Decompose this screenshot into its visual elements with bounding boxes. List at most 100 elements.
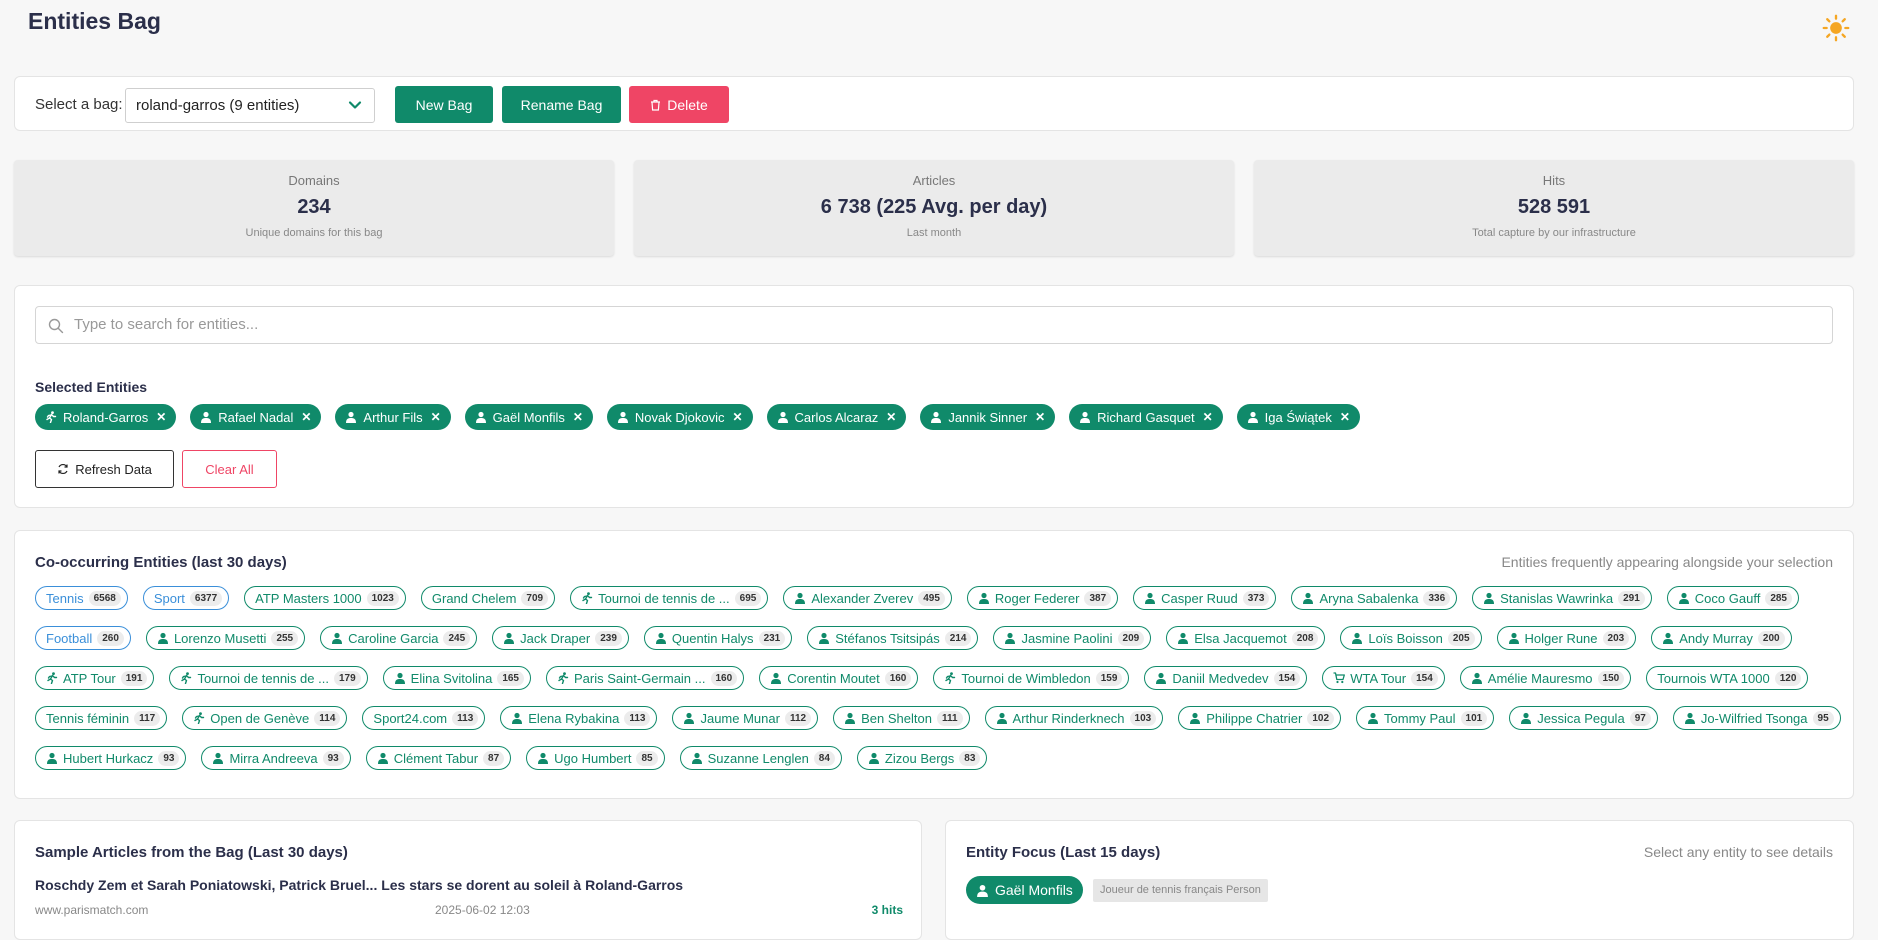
runner-icon <box>46 411 57 423</box>
cooccurring-entity-chip[interactable]: Tennis 6568 <box>35 586 128 610</box>
selected-entity-chip[interactable]: Novak Djokovic ✕ <box>606 404 753 430</box>
cooccurring-entity-chip[interactable]: Elina Svitolina 165 <box>382 666 531 690</box>
remove-entity-icon[interactable]: ✕ <box>571 410 585 424</box>
cooccurring-entity-chip[interactable]: Tournois WTA 1000 120 <box>1646 666 1809 690</box>
cooccurring-entity-chip[interactable]: Tournoi de tennis de ... 179 <box>169 666 368 690</box>
person-icon <box>1684 712 1695 724</box>
entity-search-input[interactable]: Type to search for entities... <box>35 306 1833 344</box>
remove-entity-icon[interactable]: ✕ <box>1201 410 1215 424</box>
cooccurring-entity-chip[interactable]: Holger Rune 203 <box>1496 626 1637 650</box>
selected-entity-chip[interactable]: Gaël Monfils ✕ <box>464 404 593 430</box>
cooccurring-entity-chip[interactable]: Lorenzo Musetti 255 <box>145 626 306 650</box>
person-icon <box>996 712 1007 724</box>
cooccurring-entity-chip[interactable]: Stéfanos Tsitsipás 214 <box>807 626 979 650</box>
cooccurring-entity-chip[interactable]: Jack Draper 239 <box>492 626 629 650</box>
cooccurring-entity-chip[interactable]: Jessica Pegula 97 <box>1509 706 1658 730</box>
cooccurring-entity-chip[interactable]: Ugo Humbert 85 <box>526 746 665 770</box>
new-bag-button[interactable]: New Bag <box>395 86 493 123</box>
cooccurring-entity-chip[interactable]: Jaume Munar 112 <box>672 706 819 730</box>
cooccurring-entity-chip[interactable]: Grand Chelem 709 <box>420 586 556 610</box>
cooccurring-entity-chip[interactable]: Football 260 <box>35 626 131 650</box>
clear-all-button[interactable]: Clear All <box>182 450 277 488</box>
cooccurring-entity-chip[interactable]: Tournoi de Wimbledon 159 <box>933 666 1130 690</box>
cooccurring-entity-chip[interactable]: Suzanne Lenglen 84 <box>679 746 842 770</box>
cooccurring-entity-label: Jaume Munar <box>700 710 780 726</box>
cooccurring-entity-chip[interactable]: Corentin Moutet 160 <box>759 666 919 690</box>
cooccurring-entity-chip[interactable]: Arthur Rinderknech 103 <box>984 706 1164 730</box>
cooccurring-entity-chip[interactable]: Quentin Halys 231 <box>643 626 793 650</box>
cooccurring-entity-chip[interactable]: Elena Rybakina 113 <box>500 706 658 730</box>
cooccurring-entity-label: Ugo Humbert <box>554 750 632 766</box>
cooccurring-entity-count: 495 <box>918 590 945 606</box>
cooccurring-entity-chip[interactable]: Jo-Wilfried Tsonga 95 <box>1672 706 1841 730</box>
cooccurring-entity-chip[interactable]: Elsa Jacquemot 208 <box>1166 626 1326 650</box>
cooccurring-entity-count: 291 <box>1618 590 1645 606</box>
cooccurring-entity-chip[interactable]: Sport24.com 113 <box>362 706 486 730</box>
person-icon <box>475 411 486 423</box>
cooccurring-entity-chip[interactable]: Jasmine Paolini 209 <box>993 626 1152 650</box>
person-icon <box>617 411 628 423</box>
article-title-link[interactable]: Roschdy Zem et Sarah Poniatowski, Patric… <box>35 877 683 893</box>
remove-entity-icon[interactable]: ✕ <box>1033 410 1047 424</box>
cooccurring-entity-chip[interactable]: Coco Gauff 285 <box>1666 586 1799 610</box>
cooccurring-entity-chip[interactable]: Tommy Paul 101 <box>1356 706 1495 730</box>
cooccurring-entity-label: WTA Tour <box>1350 670 1407 686</box>
cooccurring-entity-chip[interactable]: Stanislas Wawrinka 291 <box>1472 586 1652 610</box>
bag-select[interactable]: roland-garros (9 entities) <box>125 88 375 123</box>
cooccurring-entity-chip[interactable]: Tennis féminin 117 <box>35 706 168 730</box>
cooccurring-entity-chip[interactable]: Andy Murray 200 <box>1651 626 1792 650</box>
cooccurring-entity-chip[interactable]: ATP Tour 191 <box>35 666 155 690</box>
selected-entity-chip[interactable]: Richard Gasquet ✕ <box>1069 404 1223 430</box>
cooccurring-entity-chip[interactable]: WTA Tour 154 <box>1322 666 1445 690</box>
cooccurring-entity-chip[interactable]: Zizou Bergs 83 <box>856 746 988 770</box>
person-icon <box>1352 632 1363 644</box>
remove-entity-icon[interactable]: ✕ <box>1338 410 1352 424</box>
selected-entity-chip[interactable]: Iga Świątek ✕ <box>1236 404 1360 430</box>
cooccurring-entity-chip[interactable]: Alexander Zverev 495 <box>783 586 952 610</box>
cooccurring-entity-chip[interactable]: Aryna Sabalenka 336 <box>1291 586 1458 610</box>
selected-entity-label: Iga Świątek <box>1264 409 1332 425</box>
cooccurring-entity-chip[interactable]: Clément Tabur 87 <box>365 746 512 770</box>
page-title: Entities Bag <box>28 8 161 34</box>
cooccurring-entity-count: 112 <box>784 710 812 726</box>
stat-value: 528 591 <box>1517 196 1591 218</box>
cooccurring-entity-chip[interactable]: Ben Shelton 111 <box>833 706 970 730</box>
cooccurring-entity-chip[interactable]: Open de Genève 114 <box>182 706 348 730</box>
cooccurring-entity-label: Jack Draper <box>520 630 591 646</box>
sun-icon[interactable] <box>1822 14 1850 42</box>
bag-select-label: Select a bag: <box>35 96 123 113</box>
person-icon <box>868 752 879 764</box>
cooccurring-entity-chip[interactable]: Philippe Chatrier 102 <box>1178 706 1342 730</box>
refresh-data-button[interactable]: Refresh Data <box>35 450 174 488</box>
cooccurring-entity-chip[interactable]: Sport 6377 <box>142 586 230 610</box>
selected-entity-chip[interactable]: Arthur Fils ✕ <box>335 404 451 430</box>
cooccurring-entity-chip[interactable]: Daniil Medvedev 154 <box>1144 666 1308 690</box>
articles-title: Sample Articles from the Bag (Last 30 da… <box>35 844 348 861</box>
selected-entity-chip[interactable]: Rafael Nadal ✕ <box>190 404 322 430</box>
focus-entity-chip[interactable]: Gaël Monfils <box>966 876 1083 904</box>
search-icon <box>48 318 64 334</box>
selected-entity-chip[interactable]: Jannik Sinner ✕ <box>920 404 1056 430</box>
cooccurring-entity-chip[interactable]: Paris Saint-Germain ... 160 <box>546 666 745 690</box>
cooccurring-entity-chip[interactable]: Tournoi de tennis de ... 695 <box>570 586 769 610</box>
cooccurring-entity-chip[interactable]: Loïs Boisson 205 <box>1340 626 1482 650</box>
cooccurring-entity-label: Tournoi de tennis de ... <box>598 590 730 606</box>
cooccurring-entity-chip[interactable]: Roger Federer 387 <box>966 586 1119 610</box>
cooccurring-entity-chip[interactable]: Caroline Garcia 245 <box>320 626 478 650</box>
remove-entity-icon[interactable]: ✕ <box>884 410 898 424</box>
remove-entity-icon[interactable]: ✕ <box>731 410 745 424</box>
cooccurring-entity-count: 101 <box>1460 710 1488 726</box>
selected-entity-chip[interactable]: Carlos Alcaraz ✕ <box>766 404 907 430</box>
remove-entity-icon[interactable]: ✕ <box>299 410 313 424</box>
cooccurring-entity-chip[interactable]: Amélie Mauresmo 150 <box>1459 666 1632 690</box>
cooccurring-entity-chip[interactable]: Casper Ruud 373 <box>1133 586 1277 610</box>
cooccurring-entity-chip[interactable]: ATP Masters 1000 1023 <box>244 586 406 610</box>
remove-entity-icon[interactable]: ✕ <box>154 410 168 424</box>
remove-entity-icon[interactable]: ✕ <box>429 410 443 424</box>
cooccurring-entity-chip[interactable]: Mirra Andreeva 93 <box>201 746 351 770</box>
cooccurring-entity-chip[interactable]: Hubert Hurkacz 93 <box>35 746 187 770</box>
delete-bag-button[interactable]: Delete <box>629 86 729 123</box>
person-icon <box>1190 712 1201 724</box>
selected-entity-chip[interactable]: Roland-Garros ✕ <box>35 404 177 430</box>
rename-bag-button[interactable]: Rename Bag <box>502 86 621 123</box>
